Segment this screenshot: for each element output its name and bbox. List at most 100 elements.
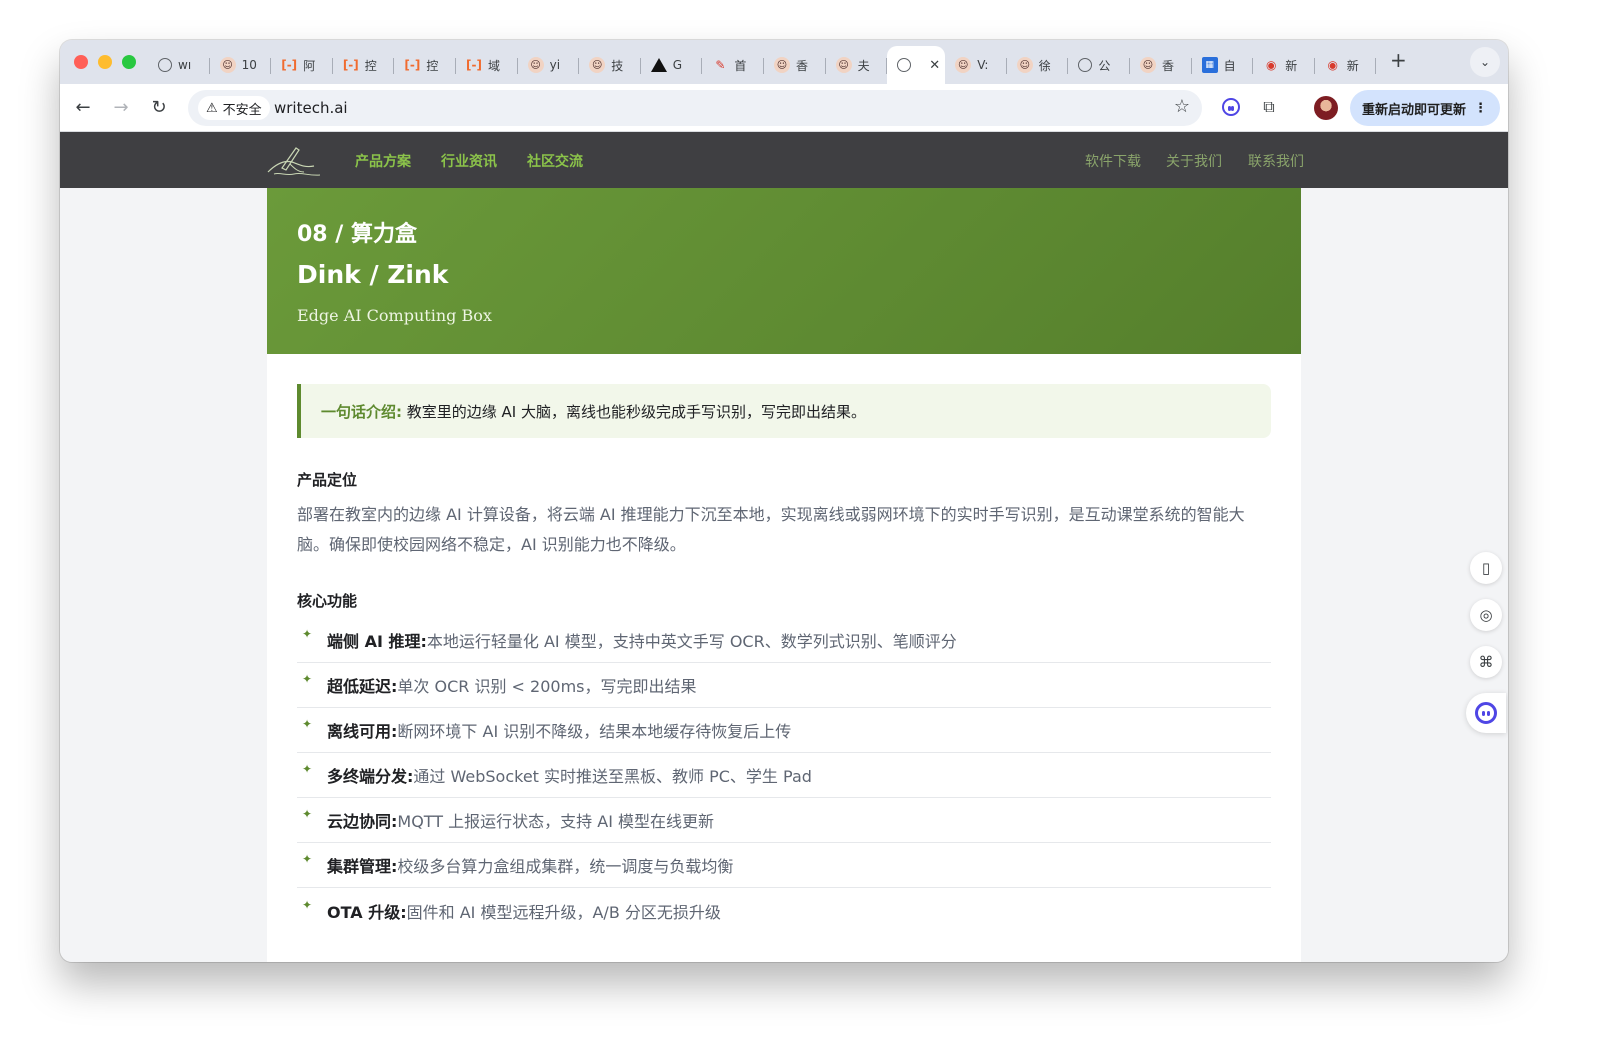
close-tab-icon[interactable]: ✕ [929,58,940,73]
assistant-bot-icon[interactable] [1466,693,1506,733]
browser-tab[interactable]: [-] 控 [394,46,456,84]
tab-label: G [672,58,683,72]
bracket-icon: [-] [404,58,421,72]
browser-tab[interactable]: [-] 控 [333,46,395,84]
tab-label: 自 [1223,58,1236,73]
url-text[interactable]: writech.ai [274,99,348,117]
address-bar[interactable]: ⚠ 不安全 writech.ai ☆ [188,90,1202,126]
bracket-icon: [-] [281,58,298,72]
sparkle-bullet-icon: ✦ [302,852,313,866]
browser-tab[interactable]: ☺ 夫 [826,46,888,84]
tab-label: 10 [241,58,257,72]
extension-bot-icon[interactable] [1218,94,1244,120]
tab-label: 控 [426,58,439,73]
tab-label: 徐 [1038,58,1051,73]
globe-icon [158,58,172,72]
tab-label: yi [549,58,561,72]
browser-tab[interactable]: [-] 域 [456,46,518,84]
writing-hand-logo-icon[interactable] [264,142,324,180]
browser-tab[interactable]: 公 [1068,46,1130,84]
product-subtitle: Edge AI Computing Box [297,306,492,325]
browser-tab[interactable]: ☺ 徐 [1007,46,1069,84]
browser-tab[interactable]: ☺ 10 [210,46,272,84]
nav-link-solutions[interactable]: 产品方案 [355,151,411,171]
floating-toolbar: ▯ ◎ ⌘ [1462,552,1508,748]
browser-tab[interactable]: ✎ 首 [702,46,764,84]
feature-item: ✦ 离线可用: 断网环境下 AI 识别不降级，结果本地缓存待恢复后上传 [297,708,1271,753]
minimize-window-button[interactable] [98,55,112,69]
tab-label: 首 [734,58,747,73]
browser-tab[interactable]: ☺ 香 [1130,46,1192,84]
sparkle-bullet-icon: ✦ [302,897,313,912]
feature-item: ✦ 端侧 AI 推理: 本地运行轻量化 AI 模型，支持中英文手写 OCR、数学列式… [297,618,1271,663]
avatar-icon: ☺ [955,57,972,73]
more-menu-icon[interactable]: ⋮ [1474,101,1487,116]
sparkle-bullet-icon: ✦ [302,717,313,731]
avatar-icon: ☺ [527,57,544,73]
tab-label: 香 [1162,58,1175,73]
nav-link-download[interactable]: 软件下载 [1085,151,1141,171]
tab-label: 新 [1285,58,1298,73]
feature-name: 离线可用: [327,722,398,741]
browser-tab[interactable]: ◉ 新 [1315,46,1377,84]
back-arrow-icon[interactable]: ← [70,94,96,120]
intro-text: 教室里的边缘 AI 大脑，离线也能秒级完成手写识别，写完即出结果。 [406,403,867,421]
reload-icon[interactable]: ↻ [146,94,172,120]
positioning-text: 部署在教室内的边缘 AI 计算设备，将云端 AI 推理能力下沉至本地，实现离线或… [297,505,1245,554]
new-tab-button[interactable]: + [1390,48,1407,72]
avatar-icon: ☺ [1016,57,1033,73]
feature-name: 多终端分发: [327,767,414,786]
profile-avatar[interactable] [1314,96,1338,120]
browser-tab[interactable]: G [641,46,703,84]
security-indicator[interactable]: ⚠ 不安全 [198,96,270,120]
forward-arrow-icon[interactable]: → [108,94,134,120]
extensions-puzzle-icon[interactable]: ⧉ [1256,94,1282,120]
bracket-icon: [-] [342,58,359,72]
feature-name: OTA 升级: [327,902,407,922]
sparkle-bullet-icon: ✦ [302,672,313,686]
browser-tab[interactable]: ☺ yi [518,46,580,84]
feature-item: ✦ 集群管理: 校级多台算力盒组成集群，统一调度与负载均衡 [297,843,1271,888]
update-button[interactable]: 重新启动即可更新 ⋮ [1350,90,1500,126]
tab-label: 夫 [857,58,870,73]
browser-tab[interactable]: ☺ 香 [764,46,826,84]
tab-label: wı [178,58,192,72]
browser-tab[interactable]: [-] 阿 [271,46,333,84]
feature-item: ✦ 多终端分发: 通过 WebSocket 实时推送至黑板、教师 PC、学生 Pad [297,753,1271,798]
sparkle-bullet-icon: ✦ [302,807,313,821]
browser-tab[interactable]: wı [148,46,210,84]
nav-link-contact[interactable]: 联系我们 [1248,151,1304,171]
nav-link-about[interactable]: 关于我们 [1166,151,1222,171]
browser-toolbar: ← → ↻ ⚠ 不安全 writech.ai ☆ ⧉ 重新启动即可更新 ⋮ [60,84,1508,132]
nav-link-community[interactable]: 社区交流 [527,151,583,171]
tab-search-chevron-icon[interactable]: ⌄ [1470,47,1500,77]
product-card: 08 / 算力盒 Dink / Zink Edge AI Computing B… [267,188,1301,962]
red-logo-icon: ✎ [715,58,726,72]
feature-desc: 通过 WebSocket 实时推送至黑板、教师 PC、学生 Pad [413,767,812,786]
browser-tab[interactable]: ▦ 自 [1192,46,1254,84]
security-label: 不安全 [222,102,262,118]
nav-link-news[interactable]: 行业资讯 [441,151,497,171]
feature-desc: 固件和 AI 模型远程升级，A/B 分区无损升级 [406,902,721,922]
bookmark-star-icon[interactable]: ☆ [1174,96,1190,117]
apps-grid-icon[interactable]: ⌘ [1470,646,1502,678]
avatar-icon: ☺ [835,57,852,73]
browser-tab[interactable]: ✕ [887,46,946,84]
avatar-icon: ☺ [1140,57,1156,73]
broadcast-icon[interactable]: ◎ [1470,599,1502,631]
browser-window: wı ☺ 10 [-] 阿 [-] 控 [-] 控 [-] 域 ☺ yi ☺ 技 G ✎ 首 ☺ 香 ☺ 夫 ✕ ☺ V: ☺ 徐公… [60,40,1508,962]
browser-tab[interactable]: ☺ 技 [579,46,641,84]
feature-desc: 本地运行轻量化 AI 模型，支持中英文手写 OCR、数学列式识别、笔顺评分 [426,632,957,651]
avatar-icon: ☺ [589,57,606,73]
feature-desc: 断网环境下 AI 识别不降级，结果本地缓存待恢复后上传 [397,722,792,741]
product-kicker: 08 / 算力盒 [297,222,417,247]
book-icon[interactable]: ▯ [1470,552,1502,584]
browser-tab[interactable]: ☺ V: [945,46,1007,84]
update-label: 重新启动即可更新 [1362,102,1467,118]
warning-icon: ⚠ [206,100,218,116]
avatar-icon: ☺ [219,57,236,73]
maximize-window-button[interactable] [122,55,136,69]
page-viewport: 产品方案 行业资讯 社区交流 软件下载 关于我们 联系我们 08 / 算力盒 D… [60,132,1508,962]
browser-tab[interactable]: ◉ 新 [1253,46,1315,84]
close-window-button[interactable] [74,55,88,69]
